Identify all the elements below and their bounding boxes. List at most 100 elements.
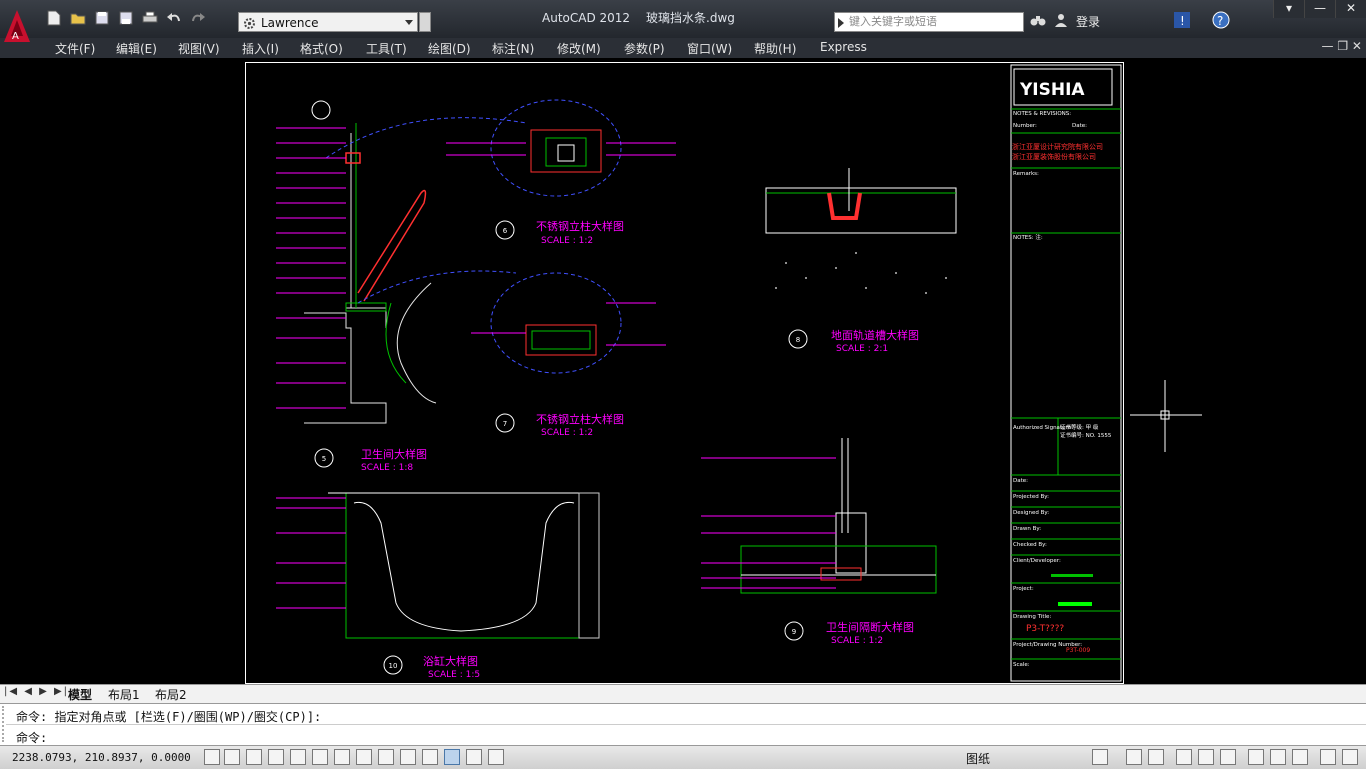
tab-layout2[interactable]: 布局2 [155,686,187,703]
search-input[interactable]: 键入关键字或短语 [834,12,1024,32]
viewport-icon[interactable] [1092,749,1108,765]
workspace-dropdown[interactable]: Lawrence [238,12,418,32]
drawing-canvas[interactable]: 不锈钢立柱大样图 SCALE : 1:2 不锈钢立柱大样图 SCALE : 1:… [0,58,1366,684]
file-name: 玻璃挡水条.dwg [646,11,735,25]
new-icon[interactable] [44,8,64,28]
command-input[interactable]: 命令: [16,729,47,746]
menu-parametric[interactable]: 参数(P) [624,40,665,57]
tb-projected: Projected By: [1013,494,1049,500]
tb-date-row: Date: [1013,478,1028,484]
undo-icon[interactable] [164,8,184,28]
transparency-toggle[interactable] [444,749,460,765]
help-icon[interactable]: ? [1212,11,1230,32]
tb-cert-number: 证书编号: NO. 1555 [1060,431,1112,439]
window-controls: ▾ — ✕ [1273,0,1366,18]
window-title: AutoCAD 2012 玻璃挡水条.dwg [542,9,735,26]
dynamic-ucs-toggle[interactable] [378,749,394,765]
ortho-mode-toggle[interactable] [268,749,284,765]
minimize-button[interactable]: ▾ [1273,0,1304,18]
tb-number: Number: [1013,123,1037,129]
layout-tabs: |◀ ◀ ▶ ▶| 模型 布局1 布局2 [0,684,1366,703]
login-button[interactable]: 登录 [1076,13,1100,30]
tb-scale: Scale: [1013,662,1030,668]
restore-button[interactable]: — [1304,0,1335,18]
tab-model[interactable]: 模型 [68,686,92,703]
menu-window[interactable]: 窗口(W) [687,40,732,57]
lightbulb-icon[interactable] [1292,749,1308,765]
binoculars-icon[interactable] [1030,13,1046,30]
object-snap-tracking-toggle[interactable] [356,749,372,765]
menu-edit[interactable]: 编辑(E) [116,40,157,57]
lock-icon[interactable] [1198,749,1214,765]
menu-tools[interactable]: 工具(T) [366,40,407,57]
isolate-objects-icon[interactable] [1248,749,1264,765]
tb-client: Client/Developer: [1013,558,1061,564]
close-button[interactable]: ✕ [1335,0,1366,18]
chevron-down-icon [405,20,413,25]
status-menu-icon[interactable] [1320,749,1336,765]
tb-number-value: P3T-009 [1066,647,1090,654]
3d-osnap-toggle[interactable] [334,749,350,765]
print-icon[interactable] [140,8,160,28]
polar-tracking-toggle[interactable] [290,749,306,765]
document-window-controls[interactable]: — ❐ ✕ [1322,39,1362,53]
tb-cert-level: 证书等级: 甲 级 [1060,423,1099,431]
menu-help[interactable]: 帮助(H) [754,40,796,57]
grid-display-toggle[interactable] [246,749,262,765]
title-bar: A Lawrence AutoCAD 2012 玻璃挡水条.dwg 键入关键字或短… [0,0,1366,42]
detail-10-number: 10 [389,662,398,670]
menu-format[interactable]: 格式(O) [300,40,343,57]
tb-notes: NOTES: 注: [1013,233,1043,241]
clean-screen-icon[interactable] [1342,749,1358,765]
lineweight-toggle[interactable] [422,749,438,765]
layout-sheet: 不锈钢立柱大样图 SCALE : 1:2 不锈钢立柱大样图 SCALE : 1:… [245,62,1124,684]
tb-designed: Designed By: [1013,510,1049,516]
exchange-icon[interactable]: ! [1174,12,1191,31]
title-block-logo: YISHIA [1019,80,1085,100]
menu-view[interactable]: 视图(V) [178,40,220,57]
redo-icon[interactable] [188,8,208,28]
quick-properties-toggle[interactable] [466,749,482,765]
tb-drawing-title: Drawing Title: [1013,614,1051,620]
login-area: 登录 ! ? [1030,11,1230,32]
detail-9-title: 卫生间隔断大样图 [826,620,914,634]
detail-9-number: 9 [792,628,796,636]
tb-date: Date: [1072,123,1087,129]
menu-express[interactable]: Express [820,40,867,54]
cad-drawing: 不锈钢立柱大样图 SCALE : 1:2 不锈钢立柱大样图 SCALE : 1:… [276,64,1122,682]
quick-access-toolbar [44,8,208,28]
coordinate-readout: 2238.0793, 210.8937, 0.0000 [12,751,191,764]
tb-drawn: Drawn By: [1013,526,1041,532]
tab-navigation-arrows[interactable]: |◀ ◀ ▶ ▶| [4,686,69,697]
workspace-menu-button[interactable] [419,12,431,32]
object-snap-toggle[interactable] [312,749,328,765]
detail-8-number: 8 [796,336,800,344]
workspace-switching-icon[interactable] [1176,749,1192,765]
menu-modify[interactable]: 修改(M) [557,40,601,57]
detail-8-title: 地面轨道槽大样图 [831,328,919,342]
menu-file[interactable]: 文件(F) [55,40,95,57]
annotation-visibility-icon[interactable] [1148,749,1164,765]
save-icon[interactable] [92,8,112,28]
save-as-icon[interactable] [116,8,136,28]
menu-draw[interactable]: 绘图(D) [428,40,471,57]
snap-mode-toggle[interactable] [224,749,240,765]
svg-text:!: ! [1180,14,1185,28]
dynamic-input-toggle[interactable] [400,749,416,765]
svg-text:?: ? [1217,14,1223,28]
infer-constraints-toggle[interactable] [204,749,220,765]
command-history: 命令: 指定对角点或 [栏选(F)/圈围(WP)/圈交(CP)]: [6,708,1366,725]
tab-layout1[interactable]: 布局1 [108,686,140,703]
menu-dimension[interactable]: 标注(N) [492,40,534,57]
open-icon[interactable] [68,8,88,28]
command-window: 命令: 指定对角点或 [栏选(F)/圈围(WP)/圈交(CP)]: 命令: [0,703,1366,746]
autocad-logo-icon[interactable]: A [0,6,38,44]
hardware-acceleration-icon[interactable] [1220,749,1236,765]
menu-bar: 文件(F) 编辑(E) 视图(V) 插入(I) 格式(O) 工具(T) 绘图(D… [0,38,1366,59]
notification-icon[interactable] [1270,749,1286,765]
menu-insert[interactable]: 插入(I) [242,40,279,57]
paper-space-button[interactable]: 图纸 [966,750,990,767]
annotation-scale-icon[interactable] [1126,749,1142,765]
crosshair-cursor [1130,380,1202,452]
selection-cycling-toggle[interactable] [488,749,504,765]
